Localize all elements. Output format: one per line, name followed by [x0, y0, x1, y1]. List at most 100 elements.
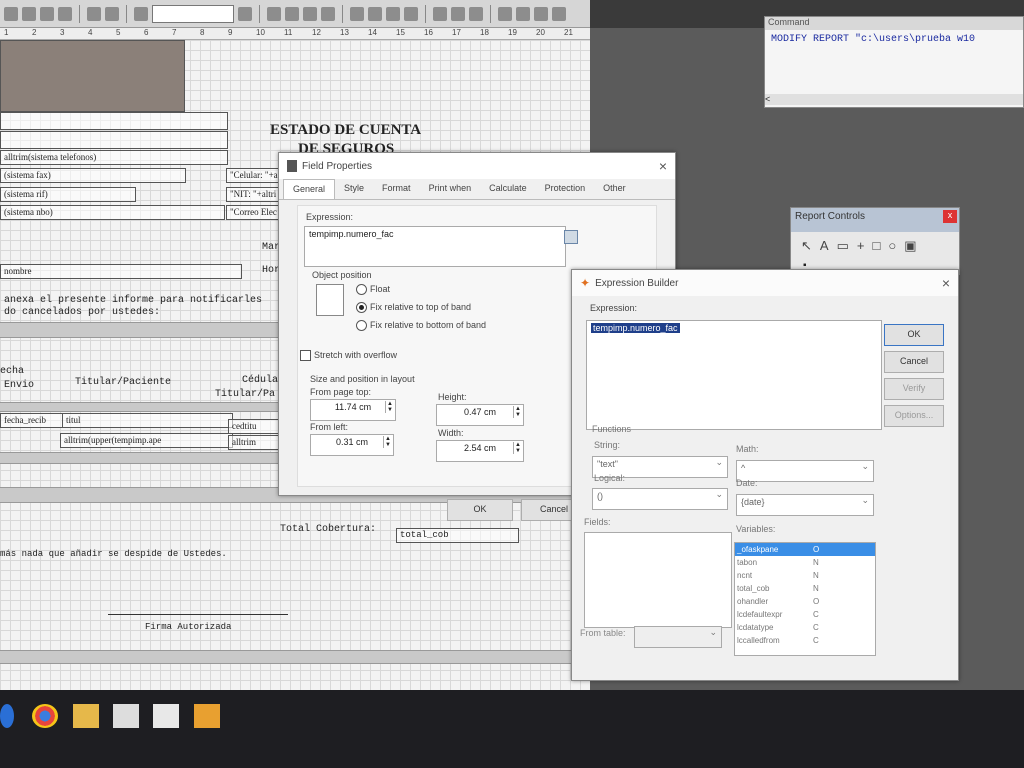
tab-print-when[interactable]: Print when: [420, 179, 481, 199]
eb-cancel-button[interactable]: Cancel: [884, 351, 944, 373]
color-icon[interactable]: [516, 6, 530, 21]
bold-icon[interactable]: [4, 6, 18, 21]
eb-options-button[interactable]: Options...: [884, 405, 944, 427]
radio-selected-icon[interactable]: [356, 302, 367, 314]
scroll-left-icon[interactable]: <: [765, 94, 770, 104]
eb-from-table-select[interactable]: [634, 626, 722, 648]
radio-float-icon[interactable]: [356, 284, 367, 296]
report-field-total-cob[interactable]: total_cob: [396, 528, 519, 543]
store-icon[interactable]: [113, 704, 139, 728]
spinner-icon[interactable]: ▲ ▼: [513, 406, 522, 418]
expression-builder-button[interactable]: [564, 230, 578, 244]
eb-expression-input[interactable]: tempimp.numero_fac: [586, 320, 882, 430]
label-fecha[interactable]: echa: [0, 366, 24, 377]
paste-icon[interactable]: [58, 6, 72, 21]
expression-input[interactable]: tempimp.numero_fac: [304, 226, 566, 267]
label-envio[interactable]: Envio: [4, 380, 34, 391]
tab-format[interactable]: Format: [373, 179, 420, 199]
puzzle-icon[interactable]: [552, 6, 566, 21]
start-icon[interactable]: [0, 704, 14, 728]
report-title-line1[interactable]: ESTADO DE CUENTA: [270, 122, 421, 139]
mail-icon[interactable]: [153, 704, 179, 728]
report-field-telefonos[interactable]: alltrim(sistema telefonos): [0, 150, 228, 165]
label-despide[interactable]: más nada que añadir se despide de Ustede…: [0, 549, 227, 559]
variable-row[interactable]: ncnt N: [735, 569, 875, 582]
report-controls-toolbar[interactable]: Report Controls x ↖ A ▭ + □ ○ ▣ ▪: [790, 207, 960, 275]
line-tool-icon[interactable]: +: [857, 238, 865, 254]
close-icon[interactable]: ×: [659, 158, 667, 174]
variable-row[interactable]: ohandler O: [735, 595, 875, 608]
layout-icon[interactable]: [368, 6, 382, 21]
label-cancelados[interactable]: do cancelados por ustedes:: [4, 307, 160, 318]
eb-variables-list[interactable]: _ofaskpane Otabon Nncnt Ntotal_cob Nohandler…: [734, 542, 876, 656]
checkbox-icon[interactable]: [300, 350, 311, 362]
tab-calculate[interactable]: Calculate: [480, 179, 536, 199]
report-field-rif[interactable]: (sistema rif): [0, 187, 136, 202]
rectangle-tool-icon[interactable]: □: [872, 238, 880, 254]
report-field-titular-expr[interactable]: alltrim(upper(tempimp.ape: [60, 433, 233, 448]
label-titular-paciente[interactable]: Titular/Paciente: [75, 377, 171, 388]
dropdown-icon[interactable]: [238, 6, 252, 21]
tools-icon[interactable]: [404, 6, 418, 21]
eb-fields-list[interactable]: [584, 532, 732, 628]
radio-fix-bottom-icon[interactable]: [356, 320, 367, 332]
tab-protection[interactable]: Protection: [536, 179, 595, 199]
grid-icon[interactable]: [386, 6, 400, 21]
file-explorer-icon[interactable]: [73, 704, 99, 728]
eb-date-select[interactable]: {date}: [736, 494, 874, 516]
variable-row[interactable]: lcdatatype C: [735, 621, 875, 634]
logo-image-placeholder[interactable]: [0, 40, 185, 112]
variable-row[interactable]: lcdefaultexpr C: [735, 608, 875, 621]
spinner-icon[interactable]: ▲ ▼: [383, 436, 392, 448]
label-tool-icon[interactable]: A: [820, 238, 829, 254]
eb-expression-selection[interactable]: tempimp.numero_fac: [591, 323, 680, 333]
save-icon[interactable]: [469, 6, 483, 21]
font-combo[interactable]: [152, 4, 234, 23]
command-text[interactable]: MODIFY REPORT "c:\users\prueba w10: [765, 30, 1023, 49]
spinner-icon[interactable]: ▲ ▼: [513, 442, 522, 454]
eb-ok-button[interactable]: OK: [884, 324, 944, 346]
tab-general[interactable]: General: [283, 179, 336, 199]
from-left-input[interactable]: 0.31 cm ▲ ▼: [310, 434, 394, 456]
data-env-icon[interactable]: [350, 6, 364, 21]
preview-icon[interactable]: [303, 6, 317, 21]
radio-fix-bottom[interactable]: Fix relative to bottom of band: [356, 320, 486, 332]
radio-fix-top[interactable]: Fix relative to top of band: [356, 302, 471, 314]
pointer-icon[interactable]: ↖: [801, 238, 812, 254]
label-cedula[interactable]: Cédula: [242, 375, 278, 386]
visual-foxpro-icon[interactable]: [194, 704, 220, 728]
report-field-blank[interactable]: [0, 131, 228, 149]
spellcheck-icon[interactable]: [134, 6, 148, 21]
tab-other[interactable]: Other: [594, 179, 635, 199]
page-setup-icon[interactable]: [267, 6, 281, 21]
eb-verify-button[interactable]: Verify: [884, 378, 944, 400]
report-field-fax[interactable]: (sistema fax): [0, 168, 186, 183]
report-field-blank[interactable]: [0, 112, 228, 130]
spinner-icon[interactable]: ▲ ▼: [385, 401, 394, 413]
report-field-nombre[interactable]: nombre: [0, 264, 242, 279]
hammer-icon[interactable]: [498, 6, 512, 21]
label-firma[interactable]: Firma Autorizada: [145, 622, 231, 632]
width-input[interactable]: 2.54 cm ▲ ▼: [436, 440, 524, 462]
close-icon[interactable]: ×: [942, 275, 950, 291]
report-field-titul[interactable]: titul: [62, 413, 233, 428]
layout-toolbar-icon[interactable]: [534, 6, 548, 21]
radio-float[interactable]: Float: [356, 284, 390, 296]
from-page-top-input[interactable]: 11.74 cm ▲ ▼: [310, 399, 396, 421]
label-anexa[interactable]: anexa el presente informe para notificar…: [4, 295, 262, 306]
align-icon[interactable]: [433, 6, 447, 21]
undo-icon[interactable]: [87, 6, 101, 21]
label-total-cobertura[interactable]: Total Cobertura:: [280, 524, 376, 535]
print-icon[interactable]: [285, 6, 299, 21]
tab-style[interactable]: Style: [335, 179, 373, 199]
variable-row[interactable]: total_cob N: [735, 582, 875, 595]
chrome-icon[interactable]: [32, 704, 58, 728]
eb-logical-select[interactable]: (): [592, 488, 728, 510]
rounded-rect-tool-icon[interactable]: ○: [888, 238, 896, 254]
field-properties-ok-button[interactable]: OK: [447, 499, 513, 521]
variable-row[interactable]: lccalledfrom C: [735, 634, 875, 647]
stretch-checkbox[interactable]: Stretch with overflow: [300, 350, 397, 362]
close-icon[interactable]: x: [943, 210, 957, 223]
report-field-fecha-recib[interactable]: fecha_recib: [0, 413, 63, 428]
height-input[interactable]: 0.47 cm ▲ ▼: [436, 404, 524, 426]
